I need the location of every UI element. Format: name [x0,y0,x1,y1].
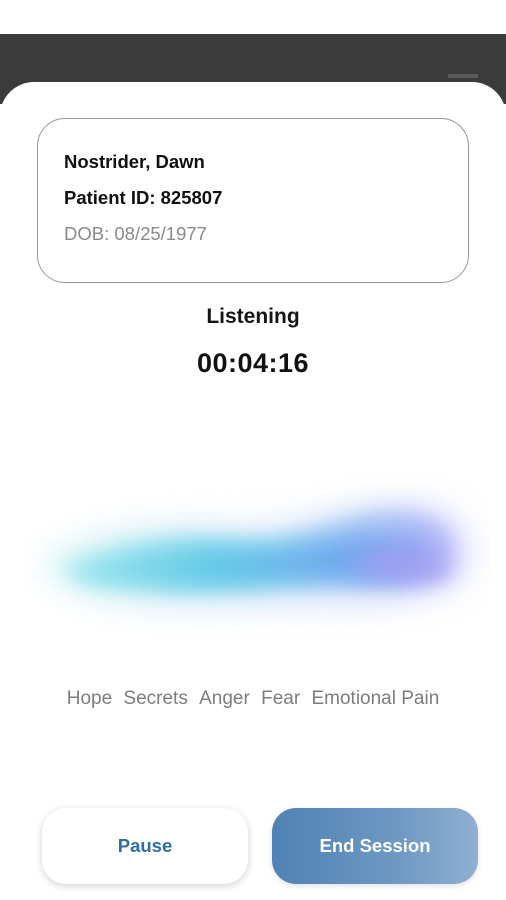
emotion-tag: Secrets [123,688,188,709]
app-screen: ‹ Nostrider, Dawn Patient ID: 825807 DOB… [0,0,506,900]
patient-id-row: Patient ID: 825807 [64,187,222,209]
emotion-tag: Fear [261,688,301,709]
patient-name: Nostrider, Dawn [64,151,205,172]
end-session-button[interactable]: End Session [272,808,478,884]
status-bar [0,0,506,34]
emotion-tag: Emotional Pain [311,688,440,709]
audio-wave-visualizer [40,501,471,609]
patient-card: Nostrider, Dawn Patient ID: 825807 DOB: … [37,118,469,283]
emotion-tag: Anger [199,688,250,709]
pause-button[interactable]: Pause [42,808,248,884]
emotion-tag: Hope [66,688,113,709]
emotion-tags: Hope Secrets Anger Fear Emotional Pain [0,688,506,710]
patient-dob-value: 08/25/1977 [114,223,207,244]
patient-id-value: 825807 [160,187,223,208]
session-timer: 00:04:16 [196,348,310,378]
patient-dob-row: DOB: 08/25/1977 [64,223,207,245]
session-status: Listening [206,305,300,328]
patient-id-label: Patient ID: [64,187,156,208]
hamburger-menu-icon[interactable] [448,74,478,78]
patient-dob-label: DOB: [64,223,110,244]
